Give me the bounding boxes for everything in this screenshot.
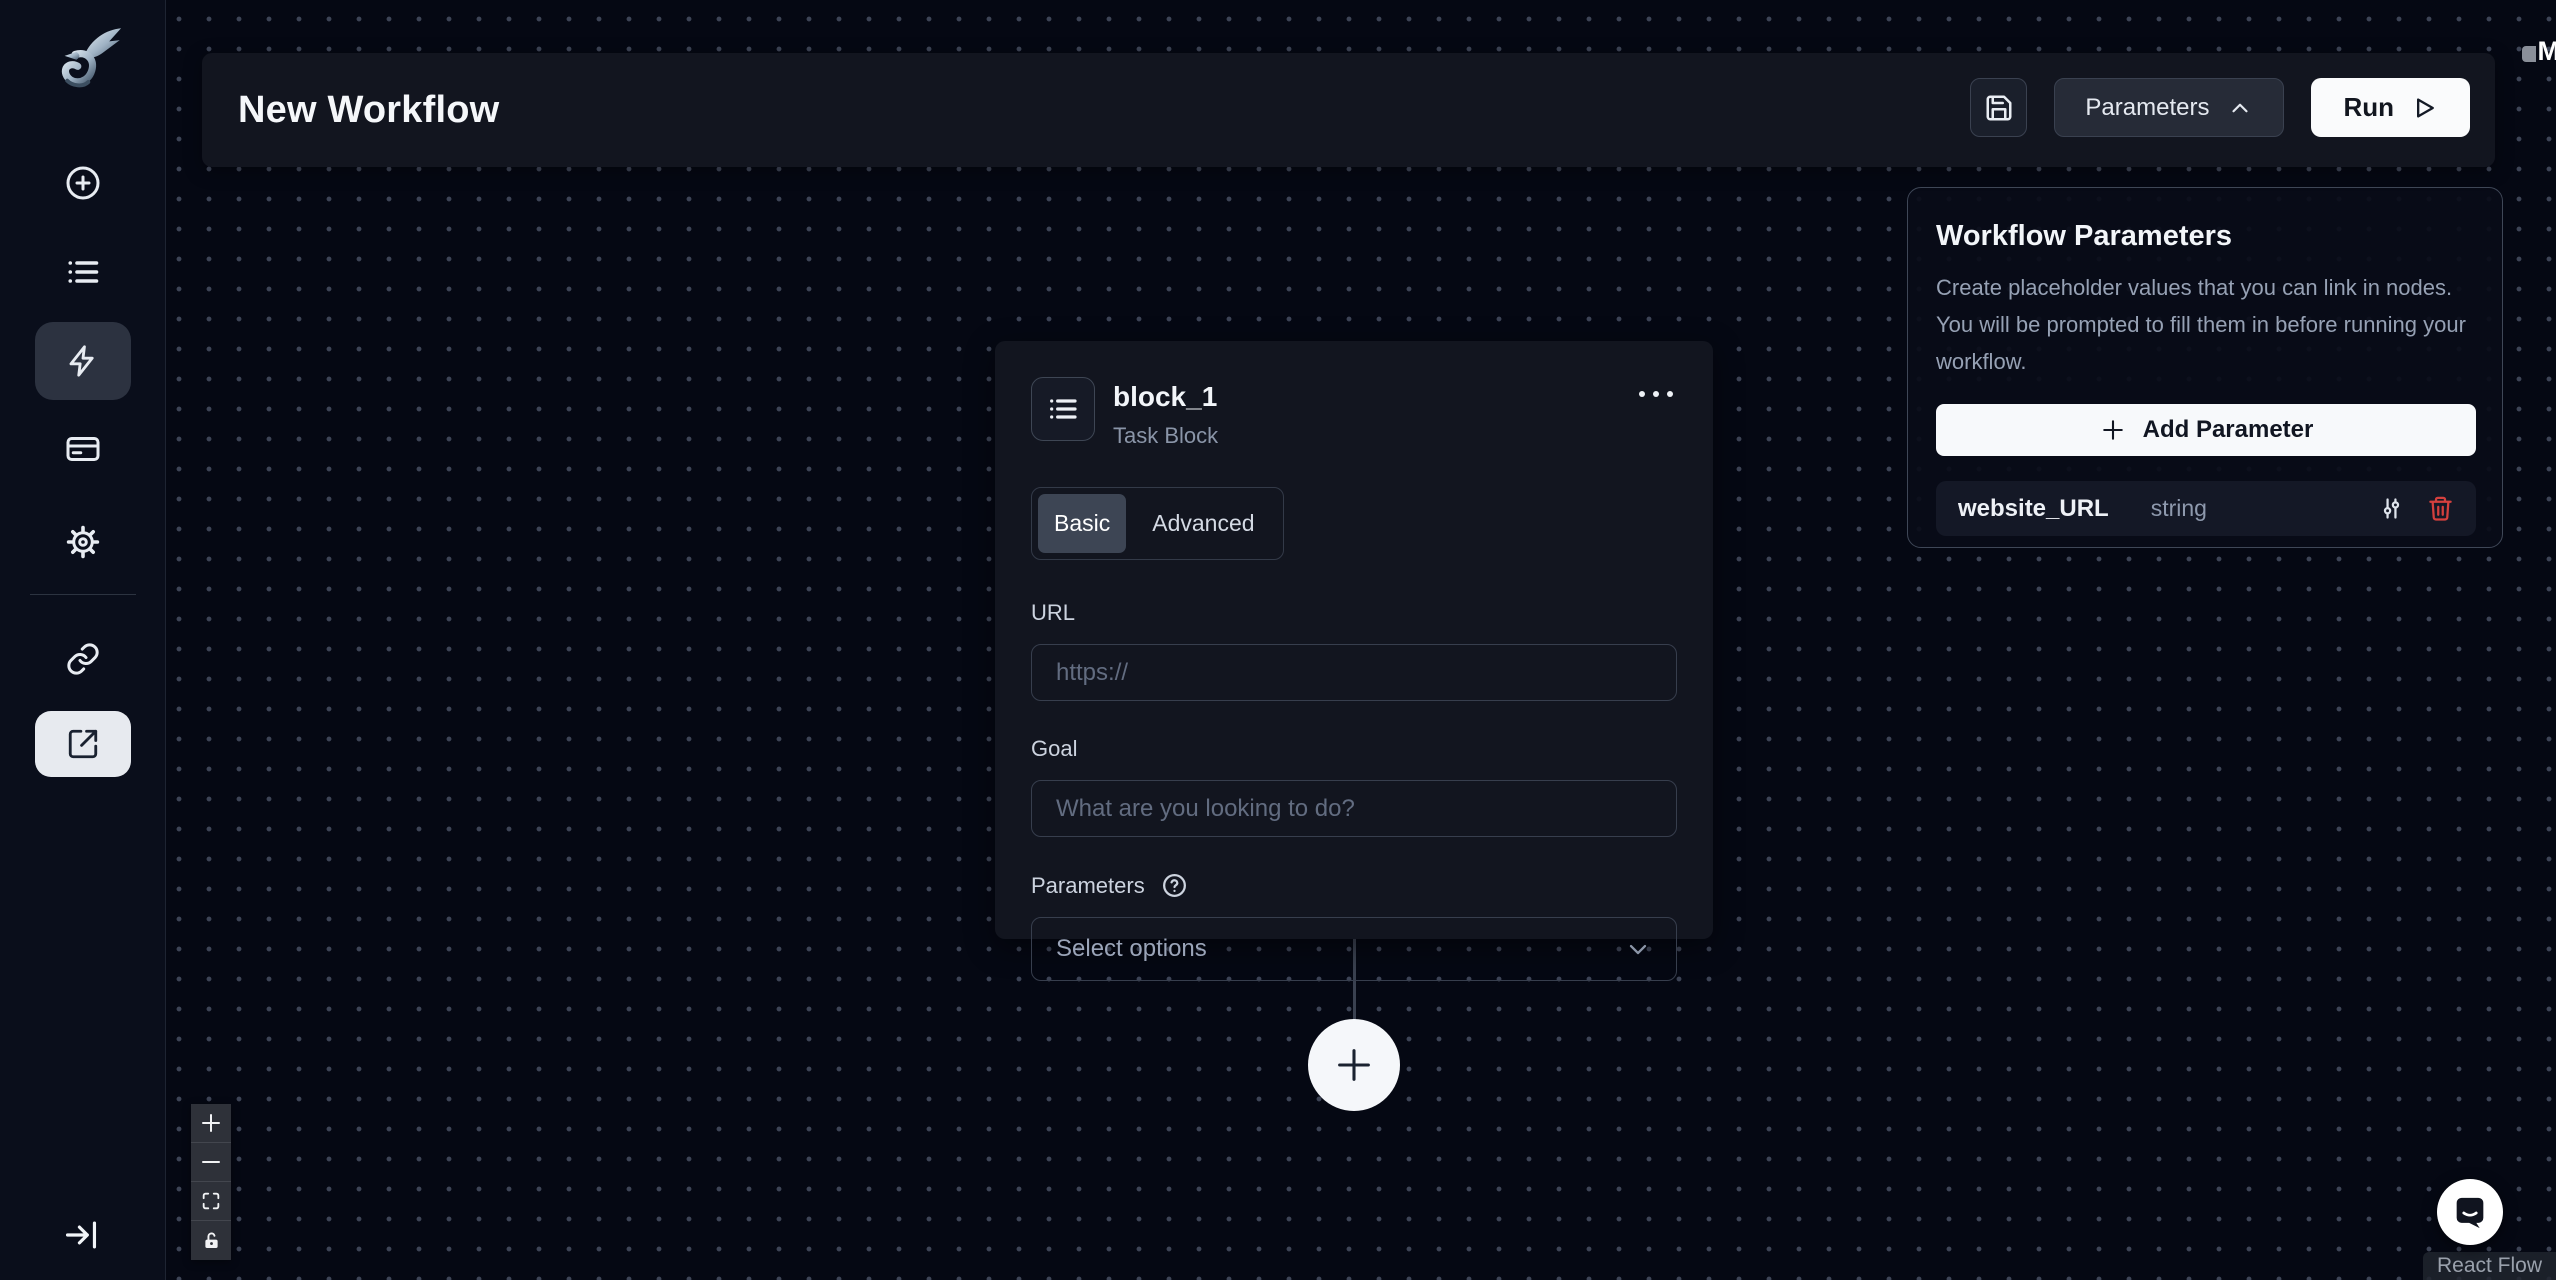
sidebar-collapse-button[interactable] bbox=[62, 1216, 100, 1254]
sidebar-item-integrations[interactable] bbox=[65, 641, 101, 677]
help-circle-icon[interactable] bbox=[1161, 872, 1188, 899]
list-icon bbox=[67, 261, 98, 283]
panel-title: Workflow Parameters bbox=[1936, 220, 2233, 252]
ellipsis-dot bbox=[1639, 391, 1645, 397]
tab-advanced[interactable]: Advanced bbox=[1130, 494, 1276, 553]
goal-input[interactable] bbox=[1031, 780, 1677, 837]
fit-view-button[interactable] bbox=[191, 1182, 231, 1221]
plus-circle-icon bbox=[66, 166, 99, 200]
sidebar-item-create[interactable] bbox=[65, 165, 101, 201]
block-name: block_1 bbox=[1113, 381, 1218, 412]
lock-toggle-button[interactable] bbox=[191, 1221, 231, 1260]
clipped-text: M bbox=[2537, 36, 2556, 66]
add-parameter-button[interactable]: Add Parameter bbox=[1936, 404, 2476, 456]
sidebar-item-settings[interactable] bbox=[65, 524, 101, 560]
run-label: Run bbox=[2343, 92, 2394, 122]
workflow-parameters-panel: Workflow Parameters Create placeholder v… bbox=[1907, 187, 2503, 548]
sidebar-divider bbox=[30, 594, 136, 595]
add-node-button[interactable] bbox=[1308, 1019, 1400, 1111]
link-icon bbox=[66, 643, 99, 675]
run-button[interactable]: Run bbox=[2311, 78, 2470, 137]
app-logo[interactable] bbox=[41, 23, 125, 107]
parameter-row: website_URL string bbox=[1936, 481, 2476, 536]
chat-widget-button[interactable] bbox=[2437, 1179, 2503, 1245]
url-field-label: URL bbox=[1031, 600, 1076, 625]
sliders-icon[interactable] bbox=[2378, 495, 2405, 522]
play-icon bbox=[2417, 97, 2434, 118]
parameters-field-label: Parameters bbox=[1031, 872, 1145, 898]
block-mode-tabs: Basic Advanced bbox=[1031, 487, 1284, 560]
block-header: block_1 Task Block bbox=[1031, 377, 1677, 449]
sidebar-item-share[interactable] bbox=[35, 711, 131, 777]
add-parameter-label: Add Parameter bbox=[2142, 416, 2314, 443]
gear-icon bbox=[66, 525, 99, 559]
task-block-node: block_1 Task Block Basic Advanced URL Go… bbox=[995, 341, 1713, 981]
sidebar bbox=[0, 0, 166, 1280]
chat-bubble-icon bbox=[2456, 1197, 2484, 1229]
url-input[interactable] bbox=[1031, 644, 1677, 701]
zoom-in-button[interactable] bbox=[191, 1104, 231, 1143]
zoom-out-button[interactable] bbox=[191, 1143, 231, 1182]
sidebar-item-runs[interactable] bbox=[65, 254, 101, 290]
page-title: New Workflow bbox=[238, 88, 500, 131]
parameters-field-row: Parameters bbox=[1031, 872, 1677, 899]
ellipsis-dot bbox=[1653, 391, 1659, 397]
fit-view-icon bbox=[202, 1192, 220, 1210]
save-icon bbox=[1986, 95, 2012, 120]
chevron-down-icon bbox=[1629, 944, 1647, 955]
plus-icon bbox=[1338, 1049, 1370, 1081]
credit-card-icon bbox=[66, 437, 99, 461]
unlock-icon bbox=[204, 1232, 218, 1248]
workflow-header: New Workflow Parameters Run bbox=[202, 53, 2495, 167]
parameter-key: website_URL bbox=[1958, 494, 2109, 522]
save-button[interactable] bbox=[1970, 78, 2028, 137]
parameter-type: string bbox=[2150, 495, 2207, 521]
block-type-label: Task Block bbox=[1113, 423, 1219, 448]
block-drag-handle[interactable] bbox=[1031, 377, 1095, 441]
sidebar-item-billing[interactable] bbox=[65, 431, 101, 467]
parameters-select-placeholder: Select options bbox=[1056, 935, 1207, 962]
tab-basic[interactable]: Basic bbox=[1038, 494, 1127, 553]
goal-field-label: Goal bbox=[1031, 736, 1078, 761]
zoom-in-icon bbox=[202, 1114, 220, 1132]
arrow-right-to-line-icon bbox=[65, 1221, 97, 1249]
parameters-toggle-button[interactable]: Parameters bbox=[2054, 78, 2285, 137]
trash-icon[interactable] bbox=[2427, 495, 2454, 522]
lightning-icon bbox=[69, 345, 94, 377]
chevron-up-icon bbox=[2232, 103, 2249, 112]
dragon-logo-icon bbox=[61, 28, 121, 88]
parameters-toggle-label: Parameters bbox=[2085, 93, 2210, 121]
block-menu-button[interactable] bbox=[1635, 377, 1677, 411]
external-link-icon bbox=[68, 729, 98, 759]
block-titles: block_1 Task Block bbox=[1113, 377, 1218, 449]
workflow-builder-app: New Workflow Parameters Run block_1 Task… bbox=[0, 0, 2556, 1280]
parameter-actions bbox=[2378, 495, 2454, 522]
canvas-controls bbox=[191, 1104, 231, 1260]
zoom-out-icon bbox=[202, 1161, 220, 1163]
attribution-label: React Flow bbox=[2436, 1254, 2542, 1277]
panel-description: Create placeholder values that you can l… bbox=[1936, 275, 2466, 374]
ellipsis-dot bbox=[1667, 391, 1673, 397]
header-actions: Parameters Run bbox=[1970, 78, 2470, 137]
react-flow-attribution[interactable]: React Flow bbox=[2422, 1252, 2556, 1280]
list-icon bbox=[1050, 399, 1077, 419]
plus-icon bbox=[2102, 420, 2123, 440]
sidebar-item-workflows[interactable] bbox=[35, 322, 131, 400]
clipped-blob bbox=[2521, 45, 2536, 62]
parameters-select[interactable]: Select options bbox=[1031, 917, 1677, 981]
clipped-element: M bbox=[2521, 36, 2556, 67]
